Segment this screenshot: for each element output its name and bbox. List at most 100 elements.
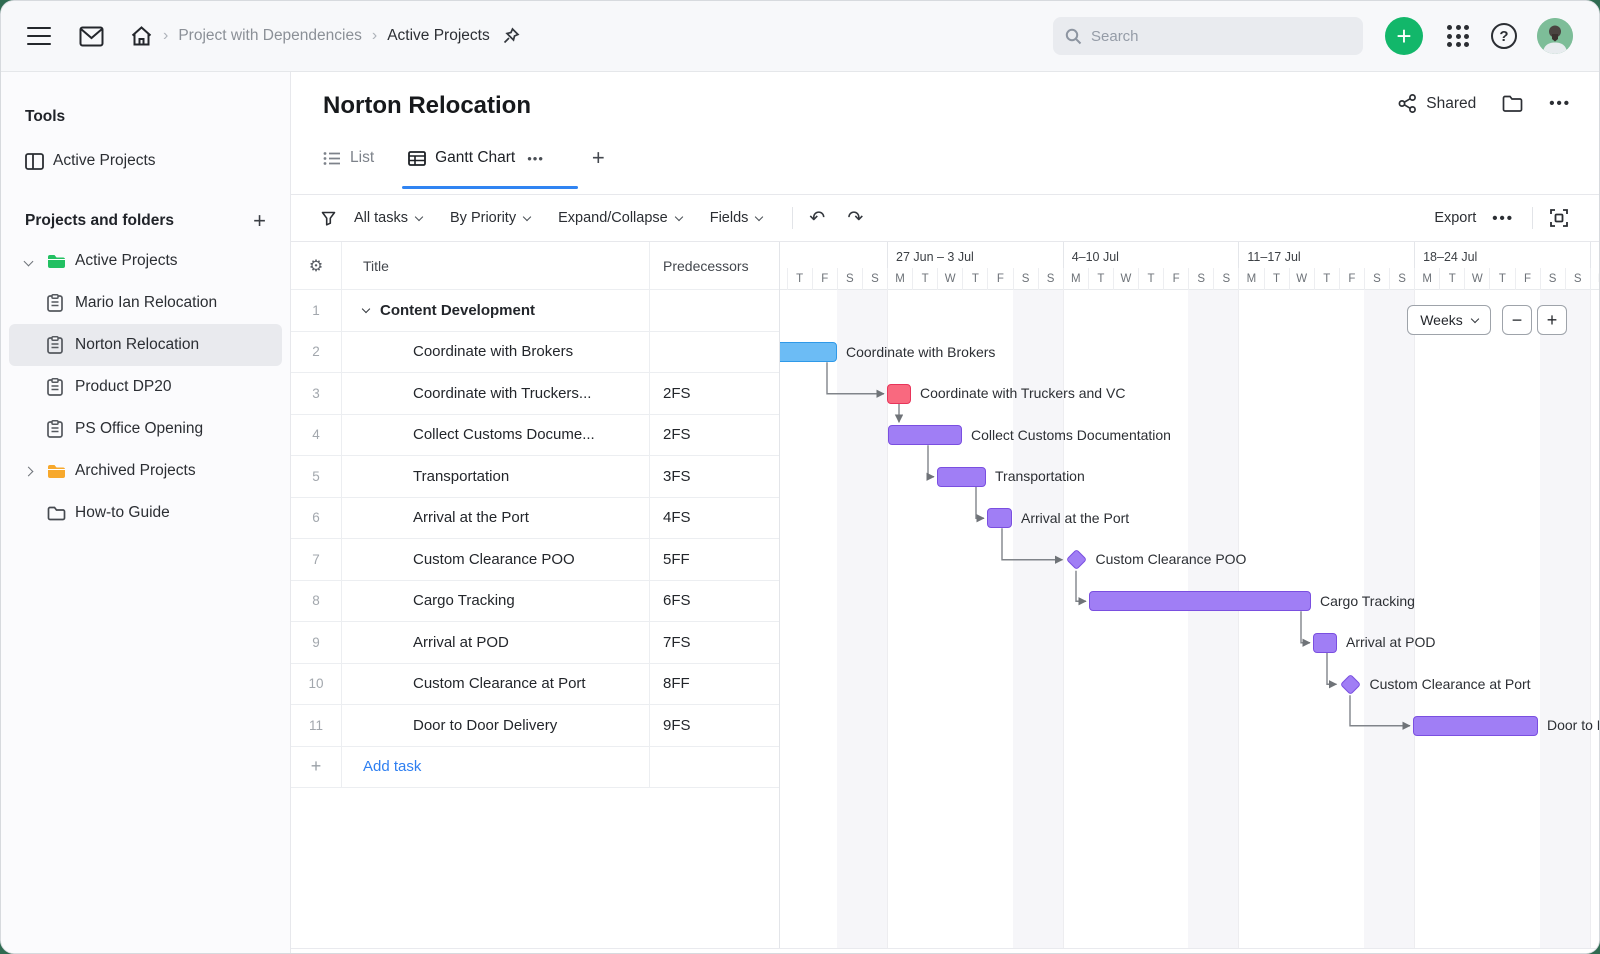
folder-icon[interactable] (1502, 95, 1523, 112)
create-new-button[interactable]: + (1385, 17, 1423, 55)
sidebar-projects-heading-label: Projects and folders (25, 212, 175, 229)
sidebar-item-ps-office-opening[interactable]: PS Office Opening (9, 408, 282, 450)
predecessor-cell[interactable]: 2FS (650, 415, 779, 456)
task-bar[interactable] (1089, 591, 1311, 611)
predecessor-cell[interactable]: 2FS (650, 373, 779, 414)
task-bar[interactable] (888, 425, 962, 445)
sidebar-item-how-to-guide[interactable]: How-to Guide (9, 492, 282, 534)
column-header-predecessors[interactable]: Predecessors (650, 242, 779, 289)
gantt-day-letter: W (1464, 268, 1489, 290)
task-bar[interactable] (1413, 715, 1538, 736)
zoom-out-button[interactable]: − (1502, 305, 1532, 335)
export-button[interactable]: Export (1434, 210, 1476, 226)
table-row[interactable]: 9 Arrival at POD 7FS (291, 622, 779, 664)
dependency-link (1326, 652, 1338, 689)
chevron-down-icon[interactable] (23, 256, 34, 266)
predecessor-cell[interactable] (650, 332, 779, 373)
toolbar-expand-collapse-dropdown[interactable]: Expand/Collapse (558, 210, 683, 226)
zoom-in-button[interactable]: + (1537, 305, 1567, 335)
predecessor-cell[interactable]: 8FF (650, 664, 779, 705)
tab-label: Gantt Chart (435, 149, 516, 166)
shared-button[interactable]: Shared (1398, 94, 1476, 113)
toolbar-by-priority-dropdown[interactable]: By Priority (450, 210, 532, 226)
table-row[interactable]: 4 Collect Customs Docume... 2FS (291, 414, 779, 456)
predecessor-cell[interactable]: 5FF (650, 539, 779, 580)
sidebar-item-norton-relocation[interactable]: Norton Relocation (9, 324, 282, 366)
tab-gantt-chart[interactable]: Gantt Chart ••• (402, 141, 578, 189)
tab-list[interactable]: List (323, 141, 374, 175)
table-row[interactable]: 8 Cargo Tracking 6FS (291, 580, 779, 622)
task-title-cell[interactable]: Collect Customs Docume... (342, 414, 650, 455)
table-row[interactable]: 6 Arrival at the Port 4FS (291, 497, 779, 539)
task-title-cell[interactable]: Transportation (342, 456, 650, 497)
timescale-dropdown[interactable]: Weeks (1407, 305, 1491, 335)
breadcrumb-parent[interactable]: Project with Dependencies (178, 27, 362, 45)
sidebar-item-active-projects[interactable]: Active Projects (9, 240, 282, 282)
table-row[interactable]: 10 Custom Clearance at Port 8FF (291, 663, 779, 705)
sidebar-tool-active-projects[interactable]: Active Projects (9, 140, 282, 182)
apps-grid-icon[interactable] (1447, 25, 1469, 47)
add-task-plus-icon[interactable]: + (291, 746, 342, 787)
gantt-day-letter: T (786, 268, 812, 290)
toolbar-all-tasks-dropdown[interactable]: All tasks (321, 210, 424, 226)
add-project-button[interactable]: + (253, 208, 266, 234)
collapse-chevron-icon[interactable] (361, 304, 371, 313)
add-task-button[interactable]: Add task (342, 746, 650, 787)
predecessor-cell[interactable] (650, 290, 779, 331)
search-input[interactable]: Search (1053, 17, 1363, 55)
home-icon[interactable] (130, 25, 153, 47)
breadcrumb-current[interactable]: Active Projects (387, 27, 490, 45)
gantt-week-label: 27 Jun – 3 Jul (887, 242, 1063, 268)
gantt-day-letter: T (1489, 268, 1514, 290)
predecessor-cell[interactable]: 9FS (650, 705, 779, 746)
toolbar-more-icon[interactable]: ••• (1492, 210, 1514, 227)
task-bar[interactable] (1313, 632, 1337, 653)
hamburger-menu-icon[interactable] (27, 27, 51, 45)
inbox-mail-icon[interactable] (79, 26, 104, 47)
task-title-cell[interactable]: Coordinate with Truckers... (342, 373, 650, 414)
sidebar-item-mario-ian-relocation[interactable]: Mario Ian Relocation (9, 282, 282, 324)
task-bar-label: Door to Door Delivery (1547, 717, 1599, 733)
more-options-icon[interactable]: ••• (1549, 95, 1571, 112)
predecessor-cell[interactable]: 7FS (650, 622, 779, 663)
fullscreen-icon[interactable] (1549, 208, 1569, 228)
table-row[interactable]: 7 Custom Clearance POO 5FF (291, 539, 779, 581)
task-title: Door to Door Delivery (413, 716, 558, 734)
column-header-title[interactable]: Title (342, 242, 650, 289)
row-number: 10 (291, 663, 342, 704)
table-row[interactable]: 11 Door to Door Delivery 9FS (291, 705, 779, 747)
task-title-cell[interactable]: Custom Clearance at Port (342, 663, 650, 704)
task-bar[interactable] (780, 342, 837, 362)
add-view-button[interactable]: + (592, 145, 605, 171)
task-title-cell[interactable]: Arrival at POD (342, 622, 650, 663)
toolbar-fields-dropdown[interactable]: Fields (710, 210, 764, 226)
avatar[interactable] (1537, 18, 1573, 54)
sidebar-item-product-dp20[interactable]: Product DP20 (9, 366, 282, 408)
task-title-cell[interactable]: Cargo Tracking (342, 580, 650, 621)
task-title-cell[interactable]: Arrival at the Port (342, 497, 650, 538)
undo-button[interactable]: ↶ (809, 207, 825, 229)
share-icon (1398, 94, 1417, 113)
redo-button[interactable]: ↷ (847, 207, 863, 229)
task-title-cell[interactable]: Coordinate with Brokers (342, 331, 650, 372)
task-title-cell[interactable]: Door to Door Delivery (342, 705, 650, 746)
table-row[interactable]: 5 Transportation 3FS (291, 456, 779, 498)
task-title-cell[interactable]: Content Development (342, 290, 650, 331)
pin-icon[interactable] (502, 27, 520, 45)
table-row[interactable]: 1 Content Development (291, 290, 779, 332)
table-row[interactable]: 3 Coordinate with Truckers... 2FS (291, 373, 779, 415)
task-bar[interactable] (987, 508, 1012, 528)
predecessor-cell[interactable]: 3FS (650, 456, 779, 497)
chevron-right-icon[interactable] (23, 466, 34, 476)
task-bar[interactable] (887, 383, 911, 404)
task-bar[interactable] (937, 466, 986, 487)
table-settings-gear-icon[interactable]: ⚙ (309, 256, 323, 275)
table-row[interactable]: 2 Coordinate with Brokers (291, 331, 779, 373)
sidebar-item-archived-projects[interactable]: Archived Projects (9, 450, 282, 492)
project-icon (47, 336, 75, 354)
task-title-cell[interactable]: Custom Clearance POO (342, 539, 650, 580)
tab-menu-dots-icon[interactable]: ••• (527, 151, 544, 166)
predecessor-cell[interactable]: 6FS (650, 581, 779, 622)
predecessor-cell[interactable]: 4FS (650, 498, 779, 539)
help-icon[interactable]: ? (1491, 23, 1517, 49)
